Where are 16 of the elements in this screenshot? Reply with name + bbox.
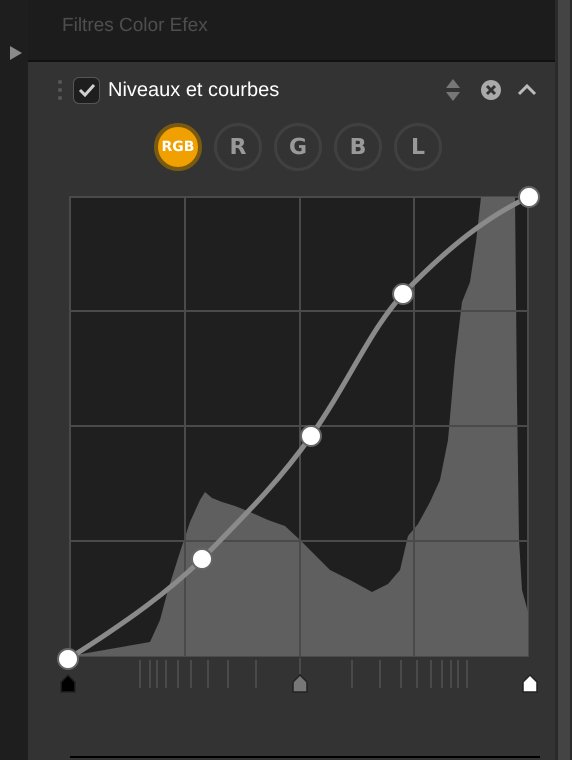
filter-title: Niveaux et courbes <box>108 78 280 103</box>
enable-checkbox[interactable] <box>73 76 100 104</box>
input-slider-handle[interactable] <box>60 674 76 693</box>
channel-tab[interactable]: B <box>334 123 382 171</box>
input-slider-handle[interactable] <box>292 674 308 693</box>
collapse-icon[interactable] <box>517 84 537 96</box>
channel-tab[interactable]: G <box>274 123 322 171</box>
check-icon <box>78 83 96 97</box>
input-slider-handle[interactable] <box>522 674 538 693</box>
expand-icon[interactable] <box>10 46 22 60</box>
drag-handle-icon[interactable] <box>58 79 62 101</box>
close-icon[interactable] <box>481 80 501 100</box>
channel-tab[interactable]: L <box>394 123 442 171</box>
scrollbar[interactable] <box>558 0 570 760</box>
reorder-icon[interactable] <box>445 78 461 102</box>
channel-tab[interactable]: R <box>214 123 262 171</box>
